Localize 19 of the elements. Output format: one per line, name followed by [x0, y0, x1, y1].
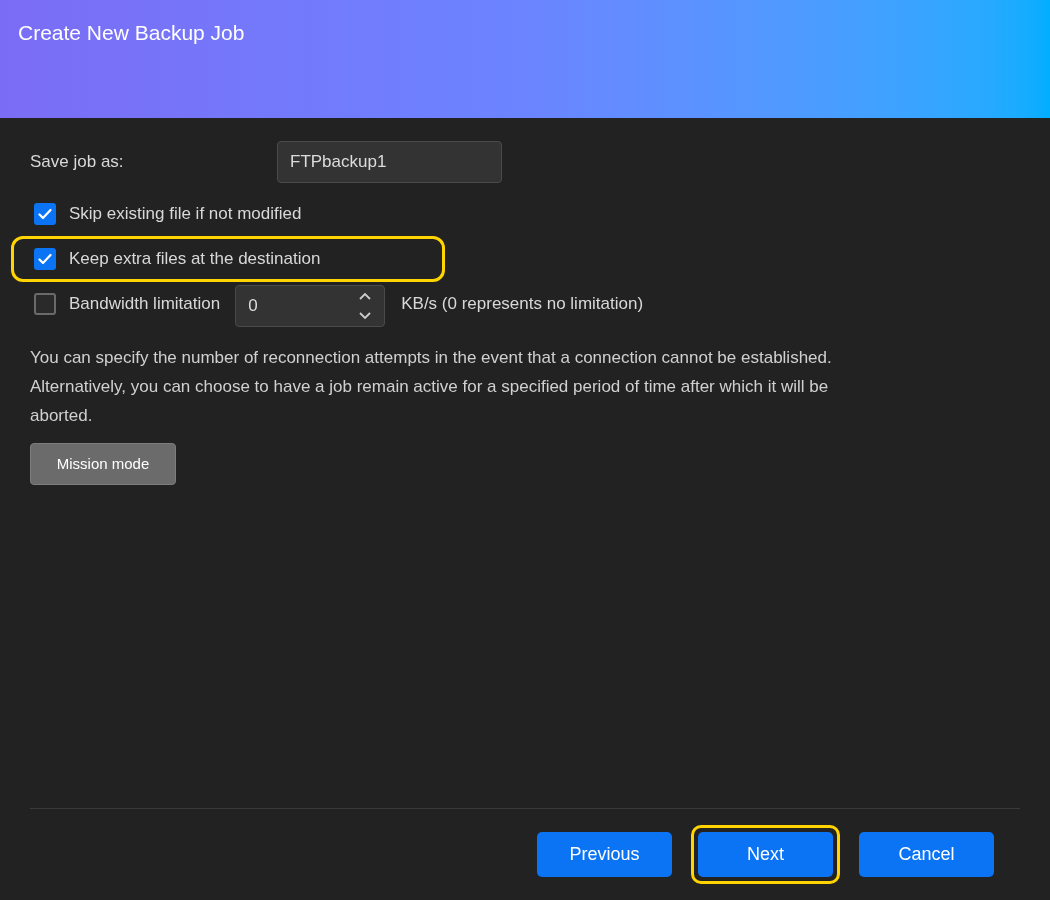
checkbox[interactable] [34, 203, 56, 225]
input-field[interactable]: FTPbackup1 [277, 141, 502, 183]
checkbox[interactable] [34, 293, 56, 315]
footer-button[interactable]: Previous [537, 832, 672, 877]
footer-button[interactable]: Cancel [859, 832, 994, 877]
checkbox-label: Keep extra files at the destination [69, 248, 321, 271]
mission-mode-button[interactable]: Mission mode [30, 443, 176, 485]
description-text: You can specify the number of reconnection attempts in the event that a connection cannot be established. Alternatively, you can choose to have a job remain active for a specified period of time after which it will be aborted. [30, 347, 833, 427]
unit-text: KB/s (0 represents no limitation) [401, 293, 644, 316]
checkbox-label: Bandwidth limitation [69, 293, 221, 316]
checkmark-icon [38, 208, 52, 220]
field-label: Save job as: [30, 151, 125, 174]
spinner-arrows-icon[interactable] [358, 291, 373, 321]
window-title: Create New Backup Job [18, 20, 246, 46]
checkbox[interactable] [34, 248, 56, 270]
checkmark-icon [38, 253, 52, 265]
footer-button[interactable]: Next [698, 832, 833, 877]
checkbox-label: Skip existing file if not modified [69, 203, 302, 226]
number-field[interactable]: 0 [235, 285, 386, 327]
